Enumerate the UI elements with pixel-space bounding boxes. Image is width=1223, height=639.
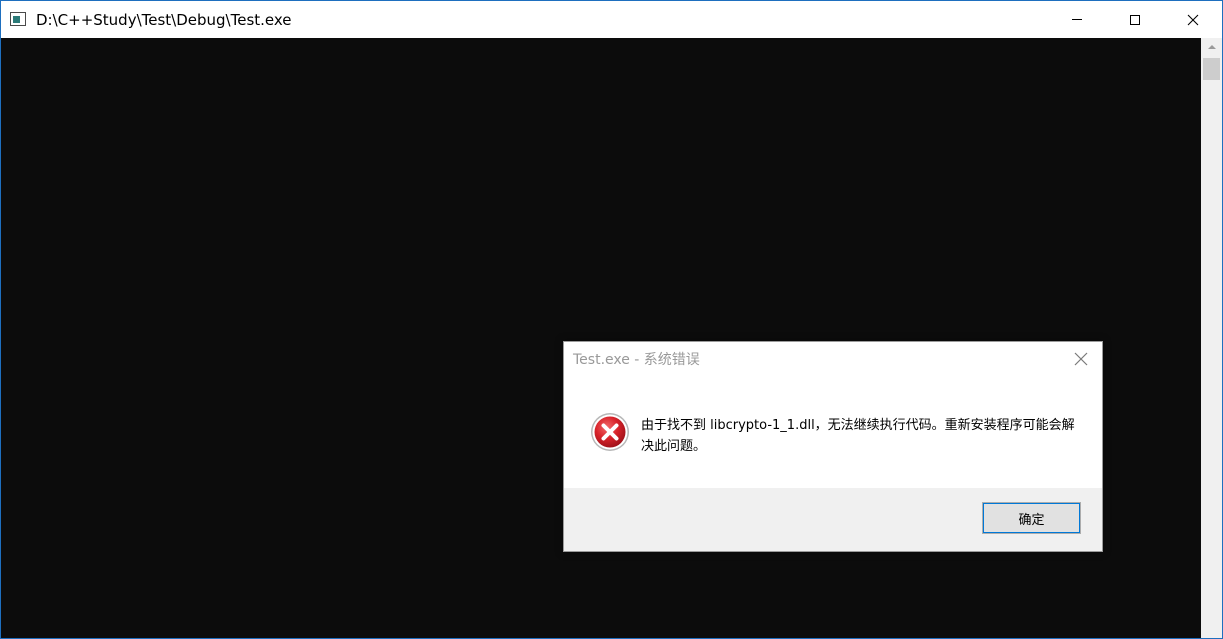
dialog-close-button[interactable]: [1070, 348, 1092, 370]
title-bar[interactable]: D:\C++Study\Test\Debug\Test.exe: [1, 1, 1222, 38]
error-message: 由于找不到 libcrypto-1_1.dll，无法继续执行代码。重新安装程序可…: [641, 418, 1075, 454]
close-icon: [1074, 352, 1088, 366]
console-app-icon[interactable]: [10, 12, 26, 26]
scroll-up-arrow-icon: [1207, 44, 1216, 49]
dialog-body: 由于找不到 libcrypto-1_1.dll，无法继续执行代码。重新安装程序可…: [564, 382, 1102, 488]
ok-button[interactable]: 确定: [982, 502, 1081, 534]
error-dialog: Test.exe - 系统错误 由于找不到 libcrypto-1_1.dll，…: [563, 341, 1103, 552]
maximize-icon: [1130, 14, 1140, 25]
maximize-button[interactable]: [1106, 1, 1164, 38]
app-icon-screen: [13, 16, 20, 23]
close-icon: [1187, 14, 1199, 25]
scroll-thumb[interactable]: [1203, 58, 1220, 80]
window-title: D:\C++Study\Test\Debug\Test.exe: [36, 11, 292, 29]
scroll-up-button[interactable]: [1201, 38, 1222, 55]
minimize-button[interactable]: [1048, 1, 1106, 38]
dialog-title: Test.exe - 系统错误: [573, 352, 700, 368]
close-button[interactable]: [1164, 1, 1222, 38]
dialog-footer: 确定: [564, 488, 1102, 551]
error-icon: [591, 413, 629, 451]
minimize-icon: [1072, 19, 1082, 20]
vertical-scrollbar[interactable]: [1201, 38, 1222, 638]
